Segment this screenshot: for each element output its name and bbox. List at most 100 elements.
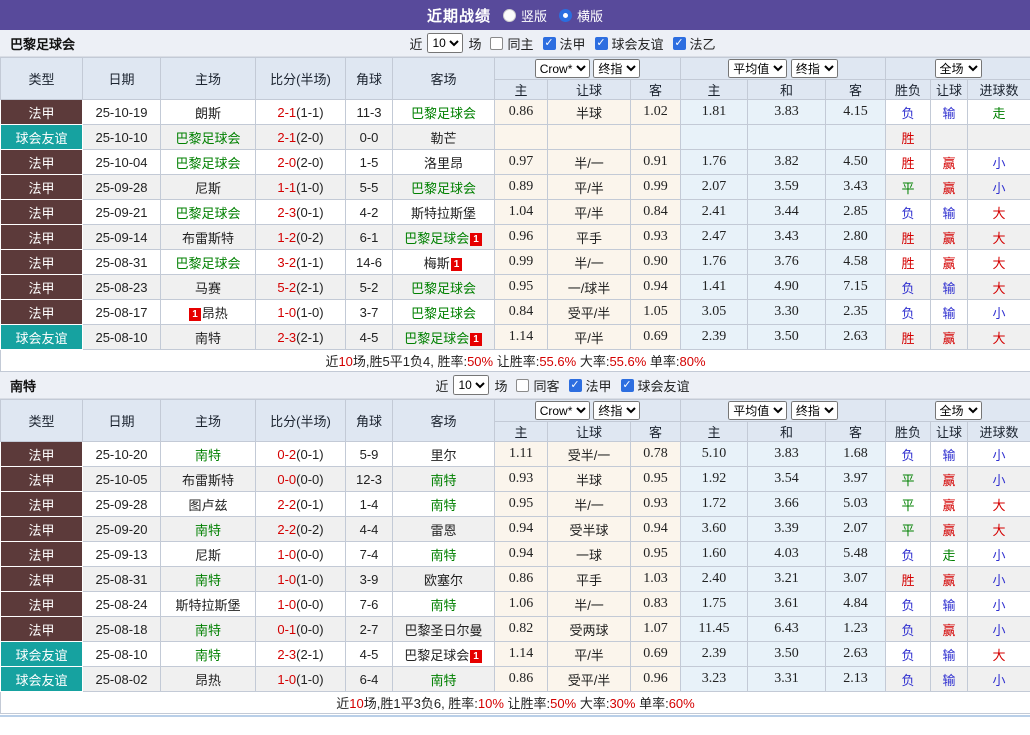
filter-checkbox-label: 法甲 [559,36,586,52]
recent-count-select[interactable]: 10 [453,375,490,395]
outcome-cell: 负 [885,299,932,325]
full-score: 1-0 [277,546,297,562]
team-name-text: 巴黎足球会 [410,305,476,321]
score-cell: 0-1(0-0) [255,616,346,642]
odds-provider-select[interactable]: Crow* [534,59,590,78]
away-odds-cell: 0.90 [629,249,682,275]
checkbox-checked-icon[interactable]: ✓ [542,36,556,50]
radio-unchecked-icon[interactable] [502,8,516,22]
checkbox-unchecked-icon[interactable] [516,378,530,392]
home-odds-cell: 0.82 [494,616,548,642]
checkbox-checked-icon[interactable]: ✓ [620,378,634,392]
avg-home-cell: 1.72 [680,491,749,517]
team-name-text: 欧塞尔 [423,572,463,588]
outcome-cell: 负 [885,541,932,567]
away-team-cell: 南特 [392,491,495,517]
score-cell: 2-3(2-1) [255,324,346,350]
avg-away-cell: 4.84 [825,591,887,617]
odds-provider-select[interactable]: Crow* [534,401,590,420]
full-score: 0-2 [277,446,297,462]
match-row: 法甲 25-09-14 布雷斯特 1-2(0-2) 6-1 巴黎足球会 1 0.96 平手 0.9… [0,224,1030,250]
goals-result-cell: 小 [967,541,1030,567]
avg-away-cell: 4.58 [825,249,887,275]
full-score: 2-1 [277,104,297,120]
goals-result-cell: 大 [967,324,1030,350]
outcome-cell: 负 [885,616,932,642]
section-header: 巴黎足球会近 10 场同主 ✓ 法甲 ✓ 球会友谊 ✓ 法乙 [0,30,1030,57]
filter-checkbox-label: 法甲 [585,378,612,394]
checkbox-checked-icon[interactable]: ✓ [568,378,582,392]
column-header: 让球 [547,79,631,100]
summary-row: 近10场,胜5平1负4, 胜率:50% 让胜率:55.6% 大率:55.6% 单… [0,349,1030,372]
layout-radio-horizontal[interactable]: 横版 [559,6,603,25]
period-select[interactable]: 全场 [934,401,982,420]
handicap-result-cell: 赢 [930,516,969,542]
team-name-text: 南特 [430,597,457,613]
goals-result-cell: 小 [967,174,1030,200]
summary-segment: 让胜率: [503,696,551,711]
checkbox-checked-icon[interactable]: ✓ [672,36,686,50]
avg-home-cell: 2.39 [680,641,749,667]
handicap-result-cell: 赢 [930,324,969,350]
red-card-icon: 1 [189,307,201,321]
column-header: 主场 [160,57,256,100]
checkbox-unchecked-icon[interactable] [490,36,504,50]
full-score: 0-1 [277,621,297,637]
goals-result-cell: 小 [967,666,1030,692]
column-header: 和 [747,421,827,442]
full-score: 1-2 [277,229,297,245]
home-odds-cell: 0.86 [494,99,548,125]
goals-result-cell: 大 [967,224,1030,250]
handicap-result-cell: 输 [930,99,969,125]
date-cell: 25-10-04 [82,149,161,175]
avg-provider-select[interactable]: 平均值 [728,59,788,78]
half-score: (0-2) [296,229,324,245]
team-name-text: 南特 [194,622,221,638]
checkbox-checked-icon[interactable]: ✓ [594,36,608,50]
corners-cell: 6-1 [345,224,393,250]
date-cell: 25-08-23 [82,274,161,300]
filter-checkbox-label: 同客 [533,378,560,394]
away-team-cell: 巴黎足球会 [392,274,495,300]
avg-away-cell: 2.35 [825,299,887,325]
odds-stage-select[interactable]: 终指 [593,401,641,420]
team-name-text: 南特 [430,497,457,513]
filter-bar: 近 10 场同主 ✓ 法甲 ✓ 球会友谊 ✓ 法乙 [314,33,716,53]
avg-draw-cell: 4.03 [747,541,827,567]
date-cell: 25-08-17 [82,299,161,325]
full-score: 2-3 [277,329,297,345]
handicap-line-cell: 受平/半 [547,666,631,692]
corners-cell: 3-7 [345,299,393,325]
match-row: 法甲 25-10-04 巴黎足球会 2-0(2-0) 1-5 洛里昂 0.97 半/一 0.91… [0,149,1030,175]
radio-checked-icon[interactable] [559,8,572,22]
team-name-text: 巴黎足球会 [404,330,470,346]
column-header: 客场 [392,399,495,442]
goals-result-cell: 小 [967,299,1030,325]
handicap-line-cell: 受半球 [547,516,631,542]
avg-away-cell: 5.48 [825,541,887,567]
home-team-cell: 南特 [160,566,256,592]
half-score: (2-1) [296,646,324,662]
avg-draw-cell: 3.43 [747,224,827,250]
odds-select-group: Crow* 终指 [493,57,682,80]
avg-provider-select[interactable]: 平均值 [728,401,788,420]
column-header: 主 [680,421,749,442]
score-cell: 2-3(2-1) [255,641,346,667]
team-name-text: 尼斯 [194,547,221,563]
period-select[interactable]: 全场 [934,59,982,78]
odds-stage-select[interactable]: 终指 [593,59,641,78]
home-team-cell: 马赛 [160,274,256,300]
avg-stage-select[interactable]: 终指 [790,59,838,78]
team-name-text: 南特 [430,547,457,563]
outcome-cell: 平 [885,516,932,542]
recent-count-select[interactable]: 10 [427,33,464,53]
outcome-cell: 负 [885,591,932,617]
avg-stage-select[interactable]: 终指 [790,401,838,420]
corners-cell: 11-3 [345,99,393,125]
team-title: 南特 [10,378,37,394]
date-cell: 25-10-05 [82,466,161,492]
home-team-cell: 朗斯 [160,99,256,125]
layout-radio-vertical[interactable]: 竖版 [502,6,547,25]
team-name-text: 梅斯 [423,255,450,271]
avg-draw-cell: 3.82 [747,149,827,175]
